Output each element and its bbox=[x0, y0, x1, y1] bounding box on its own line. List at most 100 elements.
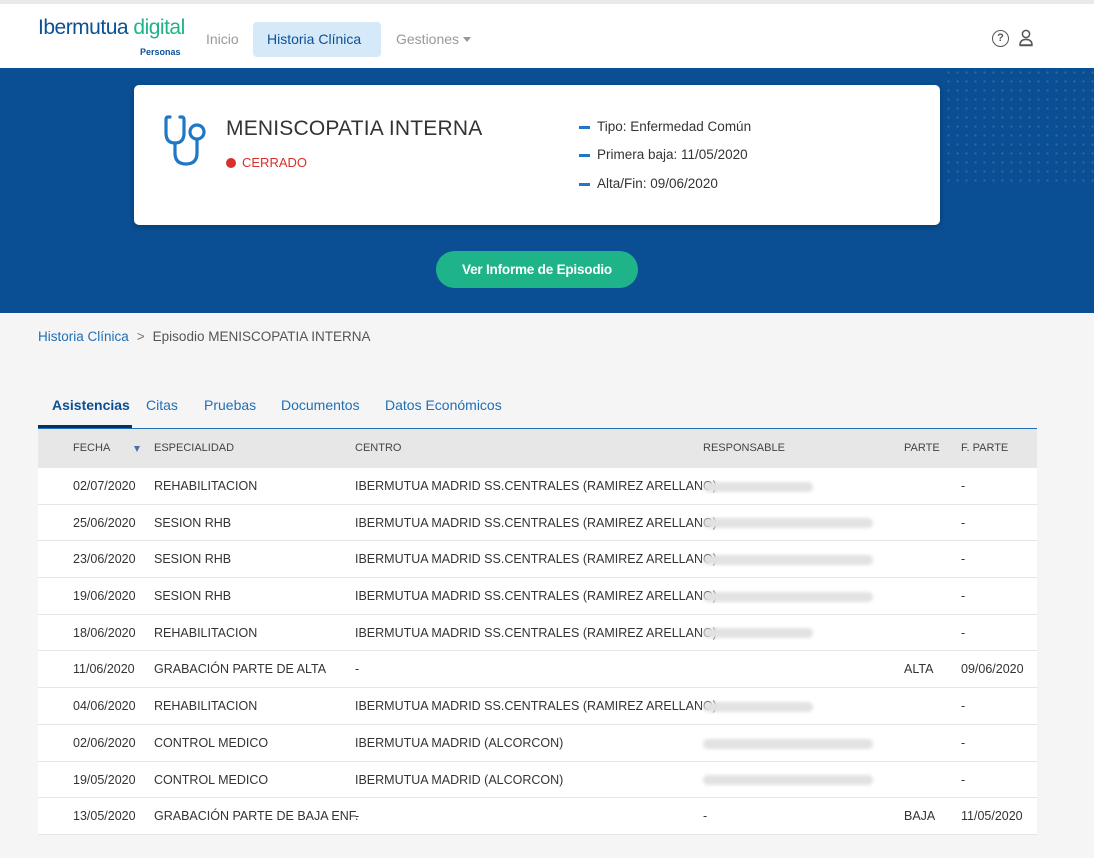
cell-fecha: 19/05/2020 bbox=[73, 772, 136, 787]
header-fecha[interactable]: FECHA bbox=[73, 442, 110, 454]
redacted-name bbox=[703, 628, 813, 639]
header-parte[interactable]: PARTE bbox=[904, 442, 940, 454]
nav-historia-clinica[interactable]: Historia Clínica bbox=[253, 22, 381, 77]
cell-centro: IBERMUTUA MADRID SS.CENTRALES (RAMIREZ A… bbox=[355, 625, 717, 640]
table-row[interactable]: 18/06/2020 REHABILITACION IBERMUTUA MADRID… bbox=[38, 614, 1037, 652]
redacted-name bbox=[703, 591, 873, 602]
cell-responsable: - bbox=[703, 809, 708, 824]
cell-centro: - bbox=[355, 809, 360, 824]
cell-fecha: 02/07/2020 bbox=[73, 479, 136, 493]
redacted-name bbox=[703, 775, 873, 786]
table-row[interactable]: 13/05/2020 GRABACIÓN PARTE DE BAJA ENF. - B… bbox=[38, 798, 1037, 835]
breadcrumb-historia-link[interactable]: Historia Clínica bbox=[38, 329, 129, 344]
header-especialidad[interactable]: ESPECIALIDAD bbox=[154, 442, 234, 454]
tab-documentos[interactable]: Documentos bbox=[281, 396, 360, 428]
logo-sub-text: Personas bbox=[140, 47, 181, 57]
cell-fecha: 13/05/2020 bbox=[73, 809, 136, 824]
cell-responsable bbox=[703, 773, 873, 787]
episode-hero: MENISCOPATIA INTERNA CERRADO Tipo: Enfer… bbox=[0, 68, 1094, 313]
cell-centro: IBERMUTUA MADRID SS.CENTRALES (RAMIREZ A… bbox=[355, 479, 717, 493]
redacted-name bbox=[703, 555, 873, 566]
nav-inicio[interactable]: Inicio bbox=[192, 22, 253, 57]
table-row[interactable]: 11/06/2020 GRABACIÓN PARTE DE ALTA - ALTA 09… bbox=[38, 651, 1037, 689]
cell-f-parte: - bbox=[961, 625, 966, 640]
logo-accent-text: digital bbox=[133, 16, 185, 39]
stethoscope-icon bbox=[164, 115, 206, 166]
redacted-name bbox=[703, 481, 813, 492]
cell-especialidad: CONTROL MEDICO bbox=[154, 735, 269, 750]
table-row[interactable]: 02/07/2020 REHABILITACION IBERMUTUA MADRID… bbox=[38, 468, 1037, 505]
breadcrumb-separator: > bbox=[136, 329, 145, 344]
cell-centro: IBERMUTUA MADRID SS.CENTRALES (RAMIREZ A… bbox=[355, 515, 717, 530]
cell-fecha: 18/06/2020 bbox=[73, 625, 136, 640]
ver-informe-button[interactable]: Ver Informe de Episodio bbox=[436, 251, 638, 288]
cell-responsable bbox=[703, 479, 813, 493]
cell-f-parte: - bbox=[961, 699, 966, 714]
header-centro[interactable]: CENTRO bbox=[355, 442, 401, 454]
header-responsable[interactable]: RESPONSABLE bbox=[703, 442, 785, 454]
top-navbar: Ibermutua digital Personas Inicio Histor… bbox=[0, 0, 1094, 77]
header-f-parte[interactable]: F. PARTE bbox=[961, 442, 1008, 454]
cell-centro: IBERMUTUA MADRID SS.CENTRALES (RAMIREZ A… bbox=[355, 699, 717, 714]
tipo-text: Tipo: Enfermedad Común bbox=[597, 119, 752, 134]
episode-primera-baja: Primera baja: 11/05/2020 bbox=[579, 147, 748, 162]
tab-asistencias[interactable]: Asistencias bbox=[38, 396, 132, 428]
cell-especialidad: SESION RHB bbox=[154, 515, 232, 530]
breadcrumb-current: Episodio MENISCOPATIA INTERNA bbox=[152, 329, 371, 344]
cell-parte: BAJA bbox=[904, 809, 936, 824]
redacted-name bbox=[703, 701, 813, 712]
cell-fecha: 23/06/2020 bbox=[73, 552, 136, 567]
cell-f-parte: - bbox=[961, 515, 966, 530]
table-row[interactable]: 19/06/2020 SESION RHB IBERMUTUA MADRID SS.… bbox=[38, 578, 1037, 615]
redacted-name bbox=[703, 738, 873, 749]
cell-centro: IBERMUTUA MADRID SS.CENTRALES (RAMIREZ A… bbox=[355, 589, 717, 604]
cell-responsable bbox=[703, 552, 873, 566]
tab-citas[interactable]: Citas bbox=[146, 396, 178, 428]
table-row[interactable]: 04/06/2020 REHABILITACION IBERMUTUA MADRID… bbox=[38, 688, 1037, 725]
table-row[interactable]: 25/06/2020 SESION RHB IBERMUTUA MADRID SS.… bbox=[38, 504, 1037, 542]
cell-especialidad: CONTROL MEDICO bbox=[154, 772, 269, 787]
cell-centro: IBERMUTUA MADRID (ALCORCON) bbox=[355, 772, 564, 787]
table-row[interactable]: 02/06/2020 CONTROL MEDICO IBERMUTUA MADRID… bbox=[38, 724, 1037, 762]
tab-datos-economicos[interactable]: Datos Económicos bbox=[385, 396, 502, 428]
dash-icon bbox=[579, 125, 590, 129]
cell-responsable bbox=[703, 589, 873, 603]
alta-text: Alta/Fin: 09/06/2020 bbox=[597, 176, 718, 191]
redacted-name bbox=[703, 518, 873, 529]
status-badge: CERRADO bbox=[226, 155, 307, 170]
help-icon[interactable]: ? bbox=[992, 30, 1009, 47]
nav-gestiones[interactable]: Gestiones bbox=[382, 22, 485, 57]
cell-especialidad: SESION RHB bbox=[154, 589, 232, 604]
cell-responsable bbox=[703, 699, 813, 713]
nav-historia-label: Historia Clínica bbox=[267, 31, 362, 47]
sort-desc-icon[interactable] bbox=[134, 446, 140, 452]
episode-title: MENISCOPATIA INTERNA bbox=[226, 117, 483, 140]
dash-icon bbox=[579, 153, 590, 157]
cell-especialidad: GRABACIÓN PARTE DE ALTA bbox=[154, 662, 327, 677]
cell-responsable bbox=[703, 626, 813, 640]
logo-main-text: Ibermutua bbox=[38, 16, 129, 39]
cell-centro: - bbox=[355, 662, 360, 677]
cell-parte: ALTA bbox=[904, 662, 934, 677]
ibermutua-logo[interactable]: Ibermutua digital Personas bbox=[38, 16, 185, 57]
cell-fecha: 02/06/2020 bbox=[73, 735, 136, 750]
episode-tabs: Asistencias Citas Pruebas Documentos Dat… bbox=[38, 396, 1037, 429]
caret-down-icon bbox=[463, 36, 472, 42]
table-row[interactable]: 19/05/2020 CONTROL MEDICO IBERMUTUA MADRID… bbox=[38, 761, 1037, 799]
cell-fecha: 04/06/2020 bbox=[73, 699, 136, 714]
status-text: CERRADO bbox=[242, 155, 308, 170]
nav-gestiones-label: Gestiones bbox=[396, 31, 460, 47]
table-row[interactable]: 23/06/2020 SESION RHB IBERMUTUA MADRID SS.… bbox=[38, 541, 1037, 579]
breadcrumb: Historia Clínica > Episodio MENISCOPATIA I… bbox=[38, 329, 370, 344]
cell-responsable bbox=[703, 736, 873, 750]
episode-alta: Alta/Fin: 09/06/2020 bbox=[579, 176, 718, 191]
cell-f-parte: - bbox=[961, 479, 966, 493]
cell-fecha: 11/06/2020 bbox=[73, 662, 135, 677]
tab-pruebas[interactable]: Pruebas bbox=[204, 396, 256, 428]
table-header: FECHA ESPECIALIDAD CENTRO RESPONSABLE PA… bbox=[38, 429, 1037, 468]
cell-f-parte: - bbox=[961, 589, 966, 604]
cell-especialidad: SESION RHB bbox=[154, 552, 232, 567]
cell-f-parte: 11/05/2020 bbox=[961, 809, 1023, 824]
asistencias-table: FECHA ESPECIALIDAD CENTRO RESPONSABLE PA… bbox=[38, 429, 1037, 835]
user-icon[interactable] bbox=[1018, 29, 1034, 47]
